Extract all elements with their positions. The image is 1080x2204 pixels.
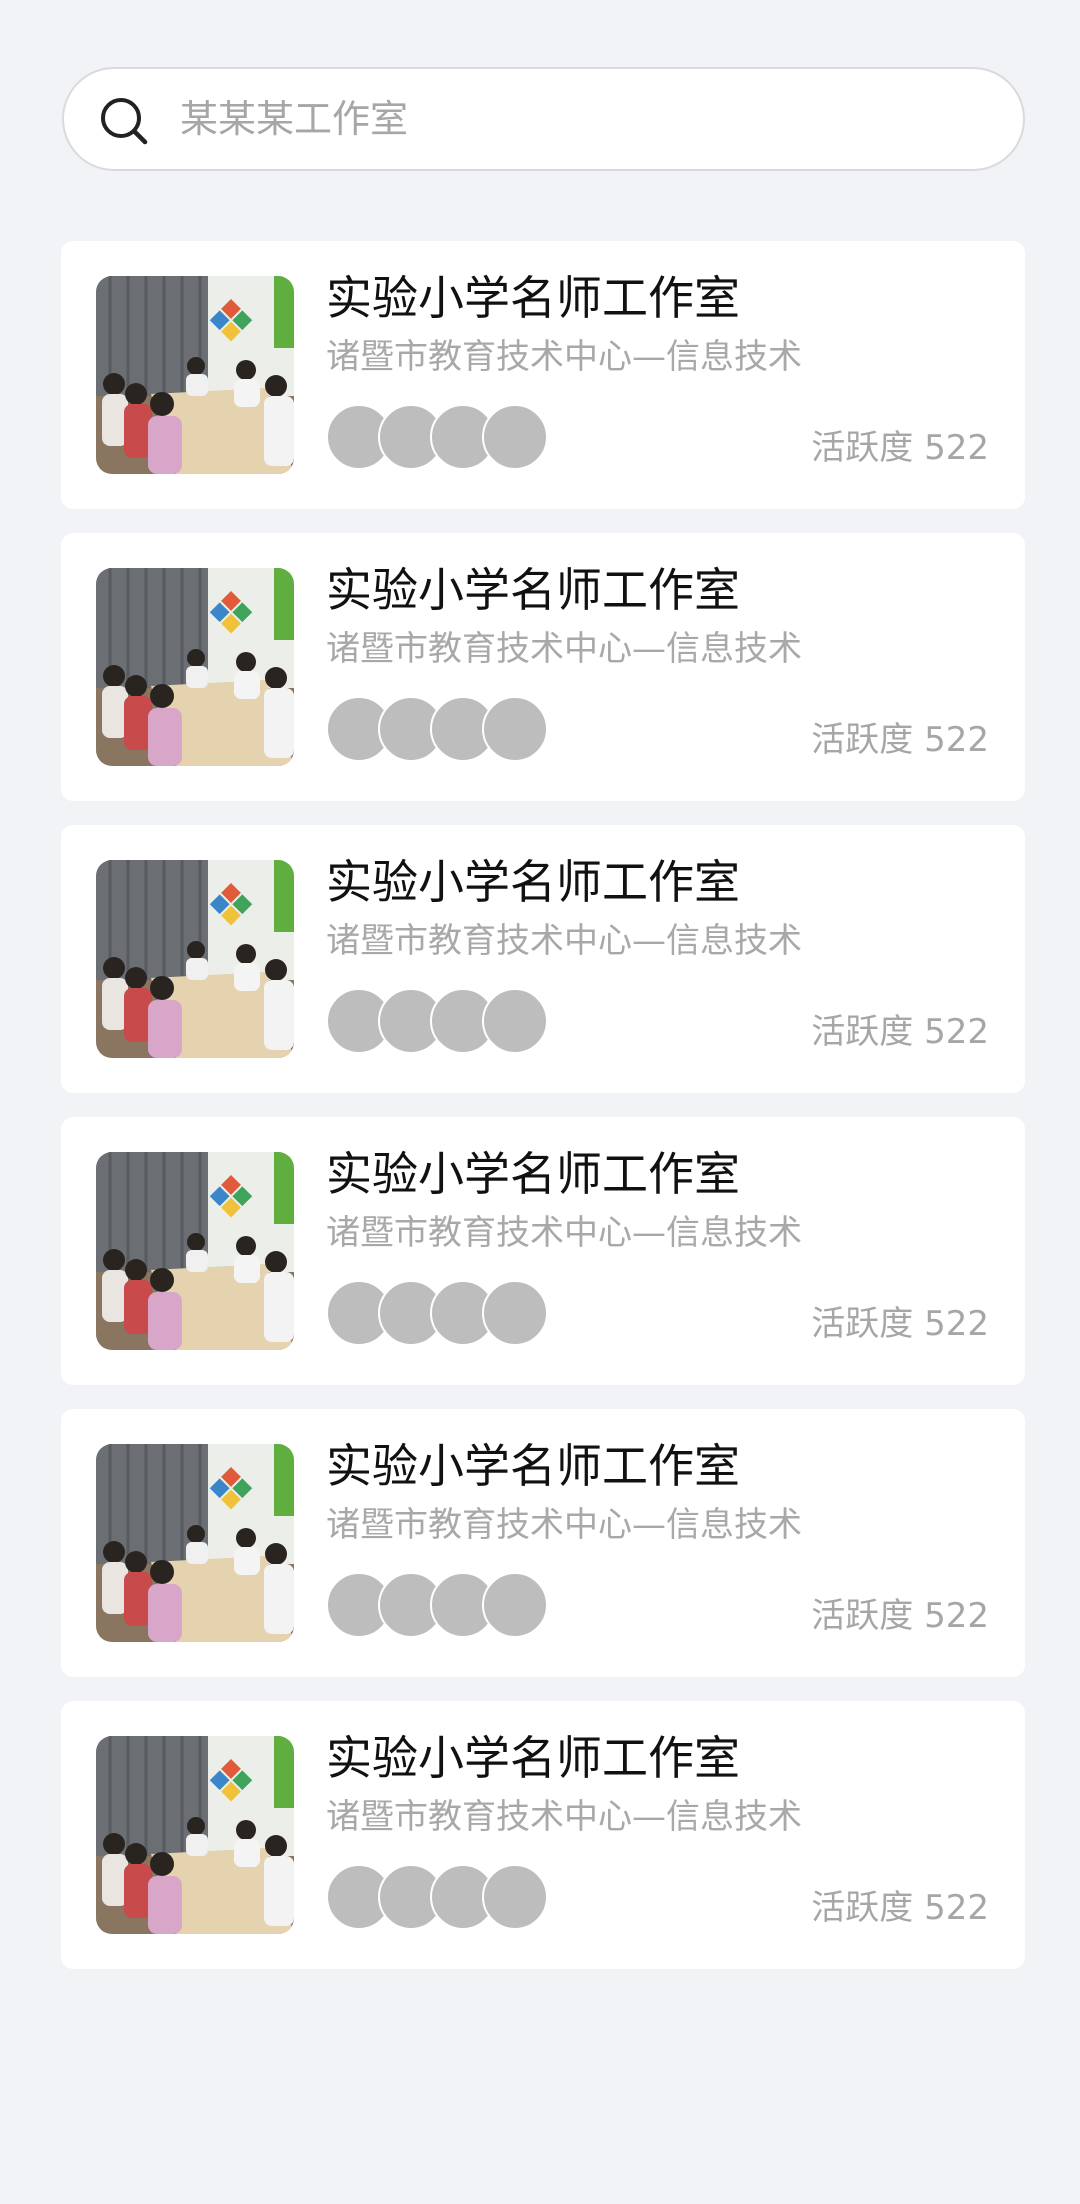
search-bar[interactable]	[62, 67, 1025, 171]
studio-subtitle: 诸暨市教育技术中心—信息技术	[326, 1213, 802, 1253]
studio-title: 实验小学名师工作室	[326, 855, 740, 909]
avatar	[482, 1280, 548, 1346]
studio-card[interactable]: 实验小学名师工作室 诸暨市教育技术中心—信息技术 活跃度 522	[61, 533, 1025, 801]
search-icon[interactable]	[96, 93, 152, 149]
studio-title: 实验小学名师工作室	[326, 271, 740, 325]
search-input[interactable]	[180, 69, 1000, 169]
studio-card[interactable]: 实验小学名师工作室 诸暨市教育技术中心—信息技术 活跃度 522	[61, 241, 1025, 509]
activity-score: 活跃度 522	[811, 1888, 989, 1928]
studio-photo	[96, 1736, 294, 1934]
member-avatars	[326, 1280, 556, 1346]
avatar	[482, 988, 548, 1054]
studio-subtitle: 诸暨市教育技术中心—信息技术	[326, 337, 802, 377]
studio-photo	[96, 1152, 294, 1350]
activity-score: 活跃度 522	[811, 1304, 989, 1344]
member-avatars	[326, 404, 556, 470]
avatar	[482, 1572, 548, 1638]
studio-title: 实验小学名师工作室	[326, 563, 740, 617]
studio-photo	[96, 1444, 294, 1642]
activity-score: 活跃度 522	[811, 720, 989, 760]
studio-subtitle: 诸暨市教育技术中心—信息技术	[326, 629, 802, 669]
member-avatars	[326, 1864, 556, 1930]
studio-subtitle: 诸暨市教育技术中心—信息技术	[326, 1505, 802, 1545]
activity-score: 活跃度 522	[811, 1596, 989, 1636]
studio-subtitle: 诸暨市教育技术中心—信息技术	[326, 921, 802, 961]
studio-list-page: 实验小学名师工作室 诸暨市教育技术中心—信息技术 活跃度 522	[0, 0, 1080, 2204]
studio-card[interactable]: 实验小学名师工作室 诸暨市教育技术中心—信息技术 活跃度 522	[61, 1117, 1025, 1385]
member-avatars	[326, 988, 556, 1054]
avatar	[482, 696, 548, 762]
avatar	[482, 1864, 548, 1930]
activity-score: 活跃度 522	[811, 1012, 989, 1052]
member-avatars	[326, 1572, 556, 1638]
studio-card[interactable]: 实验小学名师工作室 诸暨市教育技术中心—信息技术 活跃度 522	[61, 1701, 1025, 1969]
studio-title: 实验小学名师工作室	[326, 1147, 740, 1201]
studio-card[interactable]: 实验小学名师工作室 诸暨市教育技术中心—信息技术 活跃度 522	[61, 1409, 1025, 1677]
avatar	[482, 404, 548, 470]
member-avatars	[326, 696, 556, 762]
studio-title: 实验小学名师工作室	[326, 1439, 740, 1493]
studio-subtitle: 诸暨市教育技术中心—信息技术	[326, 1797, 802, 1837]
studio-photo	[96, 568, 294, 766]
activity-score: 活跃度 522	[811, 428, 989, 468]
studio-card[interactable]: 实验小学名师工作室 诸暨市教育技术中心—信息技术 活跃度 522	[61, 825, 1025, 1093]
studio-photo	[96, 860, 294, 1058]
studio-title: 实验小学名师工作室	[326, 1731, 740, 1785]
studio-photo	[96, 276, 294, 474]
